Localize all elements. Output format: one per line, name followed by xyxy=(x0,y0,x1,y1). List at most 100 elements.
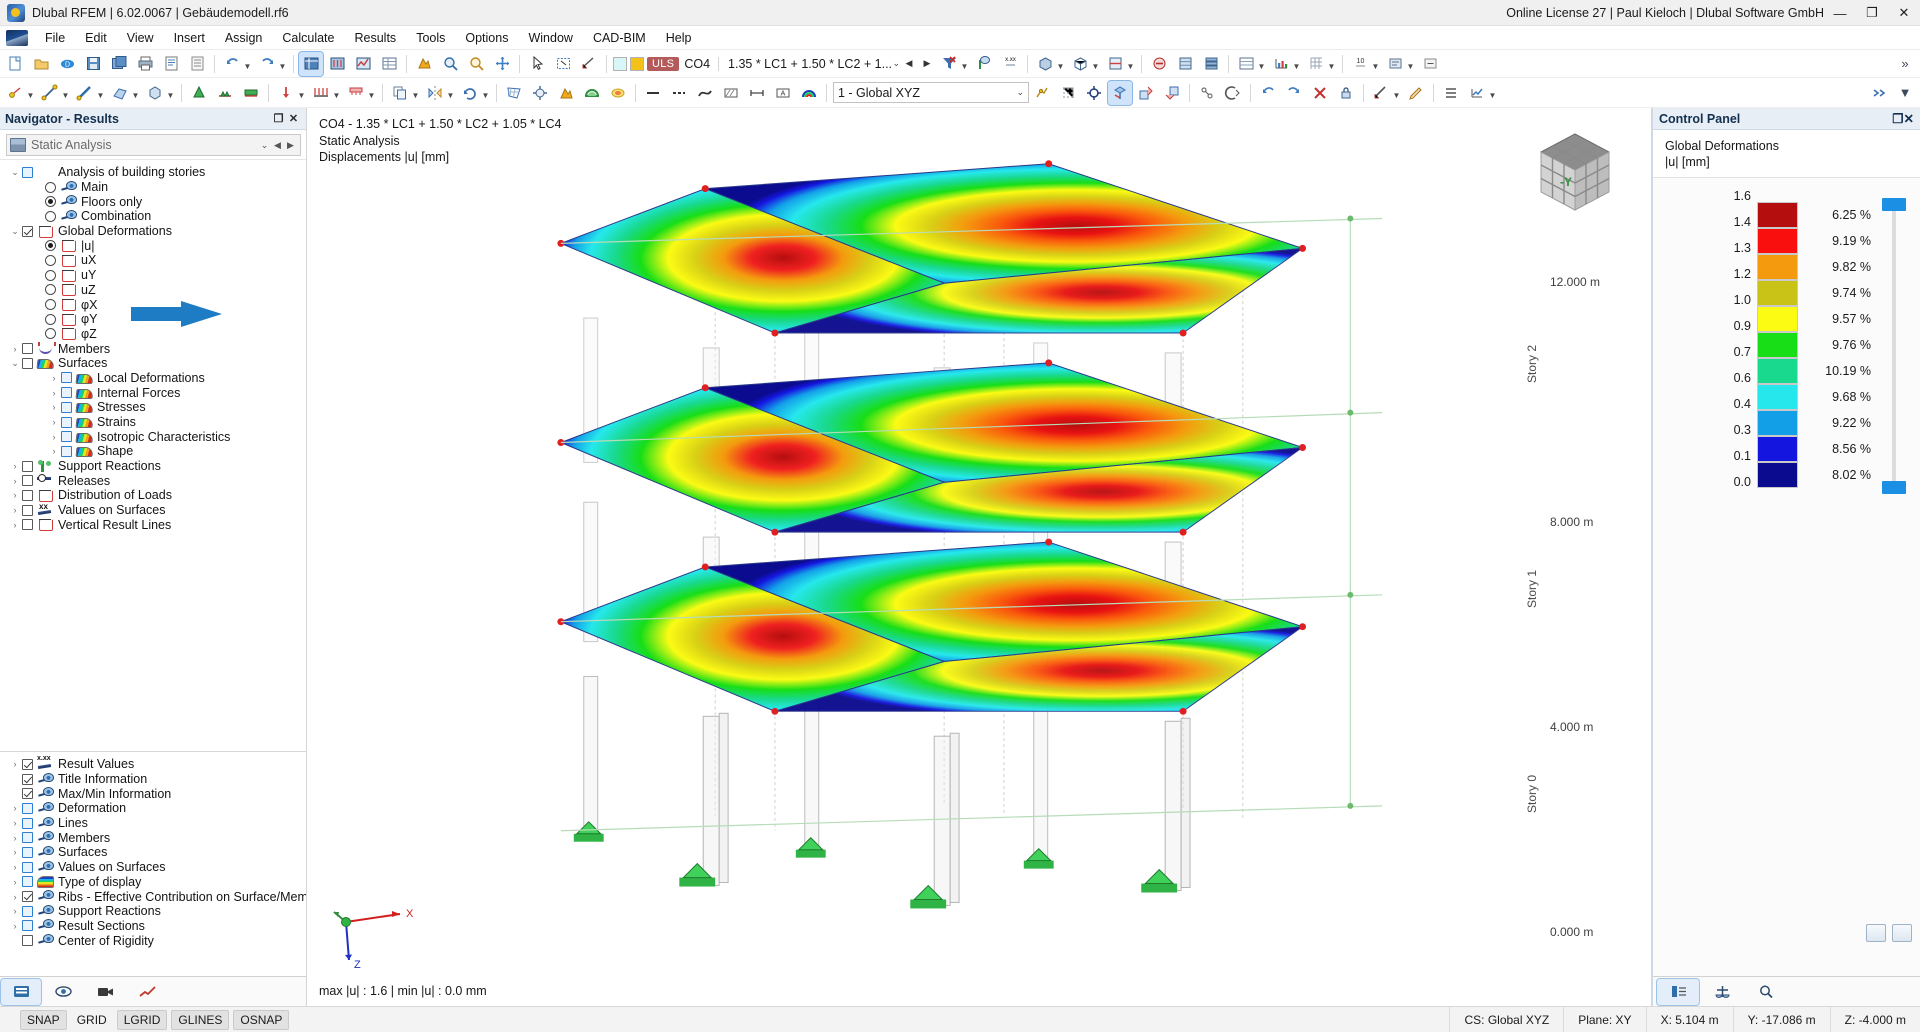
radio-button[interactable] xyxy=(45,255,56,266)
status-toggle-grid[interactable]: GRID xyxy=(71,1011,113,1029)
checkbox[interactable] xyxy=(22,935,33,946)
tree-item-ribs-effective-contribution-on-surface-mem[interactable]: ›Ribs - Effective Contribution on Surfac… xyxy=(0,889,306,904)
tree-item-members[interactable]: ›Members xyxy=(0,341,306,356)
tree-item-z[interactable]: φZ xyxy=(0,327,306,342)
checkbox[interactable] xyxy=(61,387,72,398)
mirror-dropdown-icon[interactable]: ▼ xyxy=(446,81,455,105)
dimension-icon[interactable] xyxy=(745,81,769,105)
nodal-load-dropdown-icon[interactable]: ▼ xyxy=(297,81,306,105)
redo-dropdown-icon[interactable]: ▼ xyxy=(278,52,287,76)
checkbox[interactable] xyxy=(22,818,33,829)
chevron-right-icon[interactable]: › xyxy=(47,432,61,442)
node-dropdown-icon[interactable]: ▼ xyxy=(26,81,35,105)
toolbar-overflow-icon[interactable]: » xyxy=(1893,52,1917,76)
settings-icon[interactable] xyxy=(1383,52,1407,76)
legend-range-slider[interactable] xyxy=(1882,196,1906,496)
results-color-icon[interactable] xyxy=(580,81,604,105)
slider-thumb-min[interactable] xyxy=(1882,481,1906,494)
menu-help[interactable]: Help xyxy=(656,28,702,48)
nodal-load-icon[interactable] xyxy=(274,81,298,105)
legend-export-icon[interactable] xyxy=(1892,924,1912,942)
checkbox[interactable] xyxy=(22,358,33,369)
hatch-icon[interactable] xyxy=(719,81,743,105)
line-dropdown-icon[interactable]: ▼ xyxy=(61,81,70,105)
navigator-tab-results[interactable] xyxy=(127,979,167,1005)
close-icon[interactable]: ✕ xyxy=(1888,0,1920,26)
save-all-icon[interactable] xyxy=(107,52,131,76)
mesh-settings-icon[interactable] xyxy=(528,81,552,105)
tree-item-result-values[interactable]: ›Result Values xyxy=(0,757,306,772)
legend-color-swatch[interactable] xyxy=(1757,254,1798,280)
graph-icon[interactable] xyxy=(1269,52,1293,76)
chevron-down-icon[interactable]: ⌄ xyxy=(8,358,22,369)
chevron-right-icon[interactable]: › xyxy=(8,490,22,500)
toolbar2-expand-icon[interactable] xyxy=(1867,81,1891,105)
copy-icon[interactable] xyxy=(388,81,412,105)
legend-color-swatch[interactable] xyxy=(1757,332,1798,358)
chevron-right-icon[interactable]: › xyxy=(47,446,61,456)
radio-button[interactable] xyxy=(45,284,56,295)
load-combination-selector[interactable]: ULS CO4 1.35 * LC1 + 1.50 * LC2 + 1... ⌄… xyxy=(613,52,936,76)
checkbox[interactable] xyxy=(22,847,33,858)
graph-dropdown-icon[interactable]: ▼ xyxy=(1292,52,1301,76)
status-toggle-osnap[interactable]: OSNAP xyxy=(233,1010,289,1030)
checkbox[interactable] xyxy=(22,759,33,770)
undo-dropdown-icon[interactable]: ▼ xyxy=(243,52,252,76)
radio-button[interactable] xyxy=(45,211,56,222)
tree-item-internal-forces[interactable]: ›Internal Forces xyxy=(0,385,306,400)
navigator-tab-views[interactable] xyxy=(85,979,125,1005)
result-values-icon[interactable]: x.xx xyxy=(998,52,1022,76)
show-tables-icon[interactable] xyxy=(377,52,401,76)
menu-assign[interactable]: Assign xyxy=(215,28,273,48)
checkbox[interactable] xyxy=(61,417,72,428)
control-panel-tab-factors[interactable] xyxy=(1701,979,1743,1005)
chevron-down-icon[interactable]: ⌄ xyxy=(8,167,22,178)
sections-icon[interactable] xyxy=(1103,52,1127,76)
cloud-icon[interactable]: D xyxy=(55,52,79,76)
settings-dropdown-icon[interactable]: ▼ xyxy=(1406,52,1415,76)
select-window-icon[interactable] xyxy=(551,52,575,76)
sections-dropdown-icon[interactable]: ▼ xyxy=(1126,52,1135,76)
new-file-icon[interactable] xyxy=(3,52,27,76)
zoom-all-icon[interactable] xyxy=(464,52,488,76)
navigator-tab-display[interactable] xyxy=(43,979,83,1005)
tree-item-analysis-of-building-stories[interactable]: ⌄Analysis of building stories xyxy=(0,165,306,180)
tree-item-u[interactable]: |u| xyxy=(0,238,306,253)
chart-view-icon[interactable] xyxy=(1465,81,1489,105)
checkbox[interactable] xyxy=(22,167,33,178)
copy-dropdown-icon[interactable]: ▼ xyxy=(411,81,420,105)
checkbox[interactable] xyxy=(22,226,33,237)
tree-item-max-min-information[interactable]: Max/Min Information xyxy=(0,786,306,801)
results-tree[interactable]: ⌄Analysis of building storiesMainFloors … xyxy=(0,159,306,751)
chevron-right-icon[interactable]: › xyxy=(8,759,22,769)
building-model-icon[interactable] xyxy=(1173,52,1197,76)
tree-item-ux[interactable]: uX xyxy=(0,253,306,268)
chevron-right-icon[interactable]: › xyxy=(47,402,61,412)
tree-item-vertical-result-lines[interactable]: ›Vertical Result Lines xyxy=(0,518,306,533)
radio-button[interactable] xyxy=(45,240,56,251)
nodal-support-icon[interactable] xyxy=(187,81,211,105)
next-analysis-button[interactable]: ▶ xyxy=(284,140,297,151)
tree-item-stresses[interactable]: ›Stresses xyxy=(0,400,306,415)
tree-item-surfaces[interactable]: ⌄Surfaces xyxy=(0,356,306,371)
control-panel-close-icon[interactable]: ✕ xyxy=(1904,111,1914,126)
member-dropdown-icon[interactable]: ▼ xyxy=(96,81,105,105)
chevron-down-icon[interactable]: ⌄ xyxy=(8,226,22,237)
solid-dropdown-icon[interactable]: ▼ xyxy=(166,81,175,105)
clipping-icon[interactable] xyxy=(1221,81,1245,105)
render-dropdown-icon[interactable]: ▼ xyxy=(1056,52,1065,76)
checkbox[interactable] xyxy=(22,461,33,472)
checkbox[interactable] xyxy=(22,803,33,814)
view-cube[interactable]: -Y xyxy=(1527,124,1623,220)
maximize-icon[interactable]: ❐ xyxy=(1856,0,1888,26)
stories-icon[interactable] xyxy=(1199,52,1223,76)
3d-building-model[interactable] xyxy=(307,108,1651,1006)
chevron-right-icon[interactable]: › xyxy=(8,833,22,843)
snap-grid-icon[interactable] xyxy=(1030,81,1054,105)
minimize-icon[interactable]: — xyxy=(1824,0,1856,26)
chevron-right-icon[interactable]: › xyxy=(47,417,61,427)
open-file-icon[interactable] xyxy=(29,52,53,76)
analysis-type-select[interactable]: Static Analysis ⌄ ◀ ▶ xyxy=(6,134,301,156)
global-xyz-view-icon[interactable] xyxy=(1108,81,1132,105)
next-combination-button[interactable]: ▶ xyxy=(918,53,936,75)
